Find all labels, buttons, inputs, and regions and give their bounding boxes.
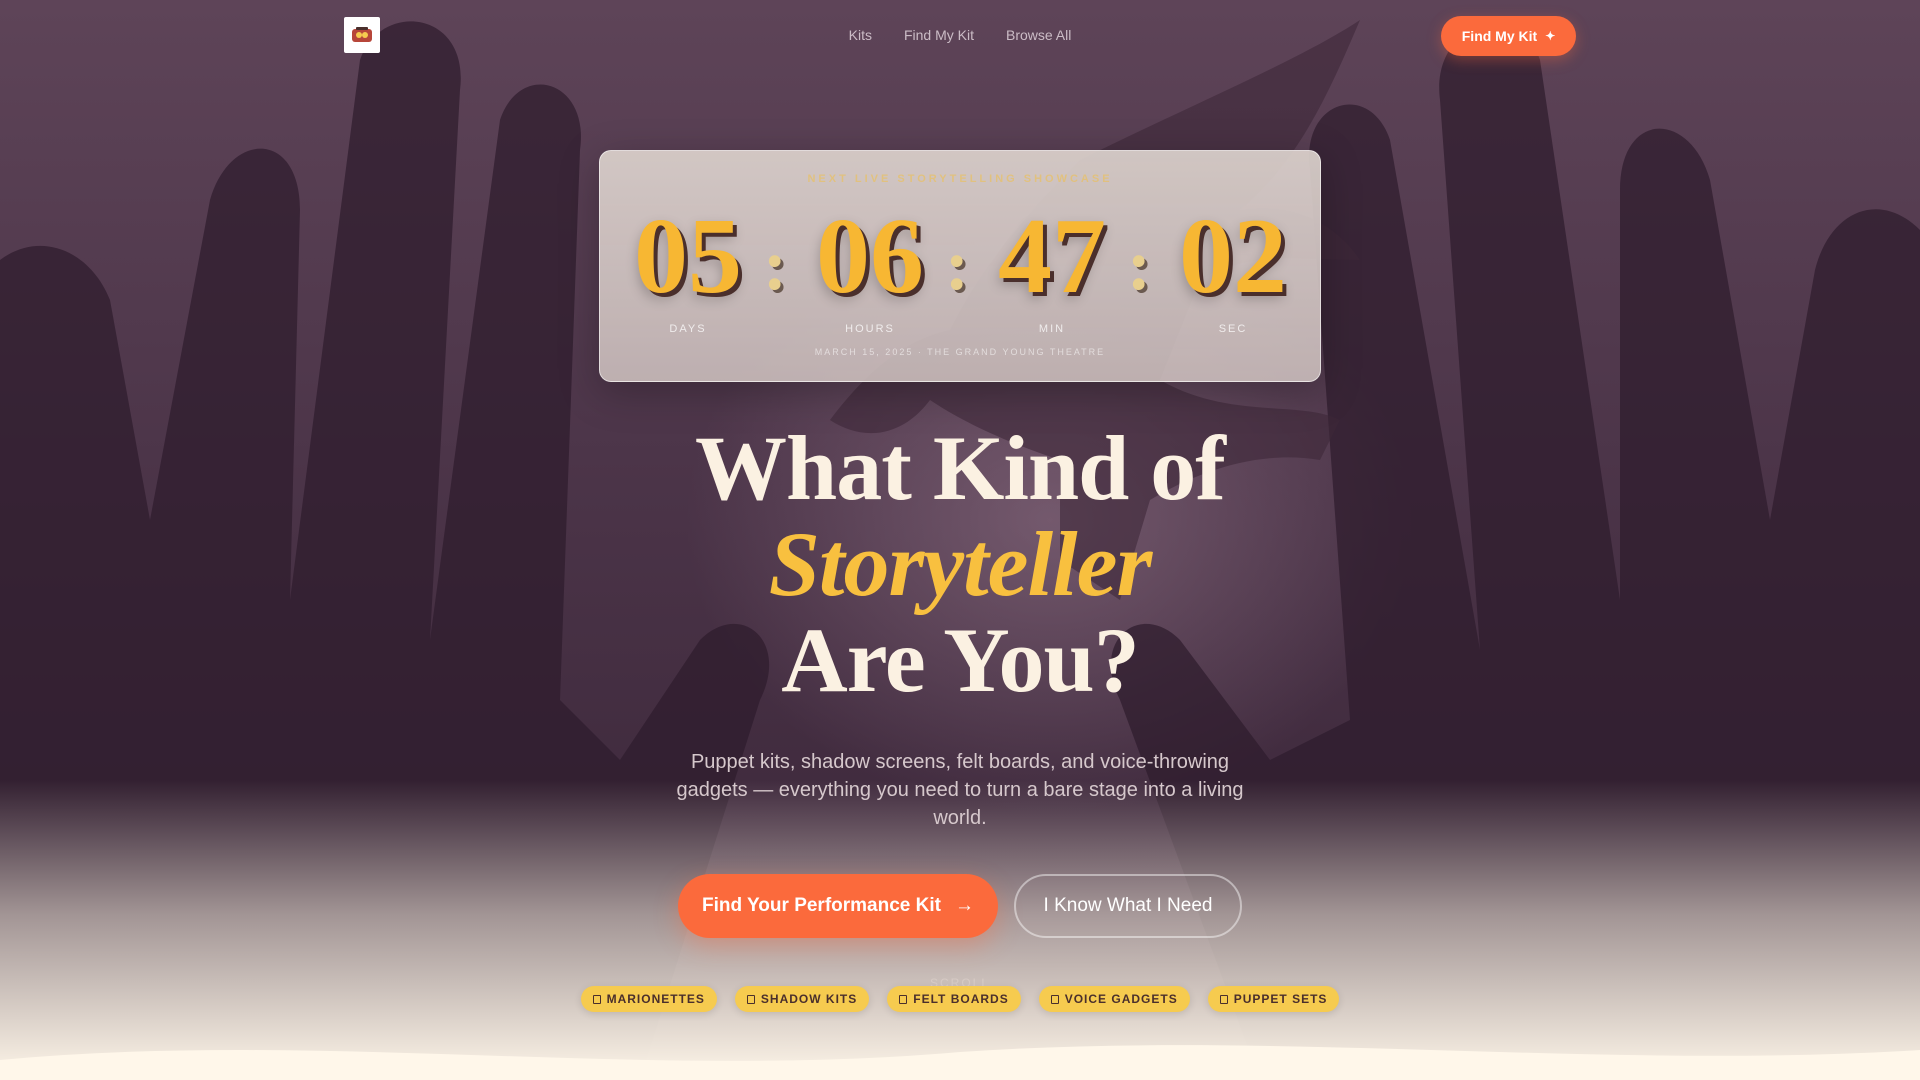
tag-label: PUPPET SETS (1233, 992, 1328, 1006)
sparkle-icon: ✦ (1545, 29, 1556, 43)
headline-accent: Storyteller (768, 513, 1153, 615)
tag-icon (1050, 994, 1059, 1004)
countdown-card: NEXT LIVE STORYTELLING SHOWCASE 05 DAYS … (599, 150, 1321, 382)
headline-line-3: Are You? (781, 609, 1139, 711)
countdown-seconds-label: SEC (1218, 323, 1248, 335)
tag-marionettes[interactable]: MARIONETTES (580, 986, 717, 1012)
countdown-separator: : (763, 225, 787, 305)
countdown-seconds: 02 SEC (1163, 197, 1303, 336)
bottom-wave (0, 1045, 1920, 1080)
tag-icon (1219, 994, 1228, 1004)
arrow-right-icon: → (954, 895, 974, 916)
countdown-footer: MARCH 15, 2025 · THE GRAND YOUNG THEATRE (814, 347, 1106, 357)
countdown-minutes-value: 47 (998, 197, 1106, 316)
countdown-days-label: DAYS (669, 323, 707, 335)
countdown-minutes-label: MIN (1038, 323, 1066, 335)
category-tags: MARIONETTES SHADOW KITS FELT BOARDS VOIC… (0, 986, 1920, 1012)
tag-shadow-kits[interactable]: SHADOW KITS (734, 986, 870, 1012)
countdown-days-value: 05 (634, 197, 742, 316)
nav-find-my-kit-button[interactable]: Find My Kit ✦ (1441, 16, 1576, 56)
tag-label: VOICE GADGETS (1064, 992, 1178, 1006)
countdown-hours-label: HOURS (845, 323, 895, 335)
tag-felt-boards[interactable]: FELT BOARDS (887, 986, 1021, 1012)
countdown-separator: : (945, 225, 969, 305)
countdown-seconds-value: 02 (1179, 197, 1287, 316)
primary-cta-label: Find Your Performance Kit (702, 895, 941, 916)
hero-headline: What Kind of Storyteller Are You? (560, 420, 1360, 708)
nav-link-browse-all[interactable]: Browse All (1006, 27, 1071, 43)
tag-label: MARIONETTES (606, 992, 705, 1006)
countdown-hours: 06 HOURS (800, 197, 940, 336)
hero-subtitle: Puppet kits, shadow screens, felt boards… (676, 751, 1244, 829)
main-nav: Kits Find My Kit Browse All (0, 27, 1920, 43)
tag-icon (592, 994, 601, 1004)
know-what-i-need-button[interactable]: I Know What I Need (1014, 874, 1242, 938)
countdown-hours-value: 06 (816, 197, 924, 316)
nav-link-find-my-kit[interactable]: Find My Kit (904, 27, 974, 43)
countdown-days: 05 DAYS (618, 197, 758, 336)
nav-cta-label: Find My Kit (1461, 28, 1538, 44)
tag-icon (746, 994, 755, 1004)
countdown-separator: : (1127, 225, 1151, 305)
tag-puppet-sets[interactable]: PUPPET SETS (1207, 986, 1340, 1012)
headline-line-1: What Kind of (695, 417, 1226, 519)
find-performance-kit-button[interactable]: Find Your Performance Kit → (678, 874, 998, 938)
tag-icon (899, 994, 908, 1004)
tag-label: SHADOW KITS (760, 992, 858, 1006)
nav-link-kits[interactable]: Kits (849, 27, 872, 43)
countdown-eyebrow: NEXT LIVE STORYTELLING SHOWCASE (807, 173, 1113, 185)
tag-label: FELT BOARDS (913, 992, 1009, 1006)
countdown-minutes: 47 MIN (982, 197, 1122, 336)
tag-voice-gadgets[interactable]: VOICE GADGETS (1038, 986, 1190, 1012)
